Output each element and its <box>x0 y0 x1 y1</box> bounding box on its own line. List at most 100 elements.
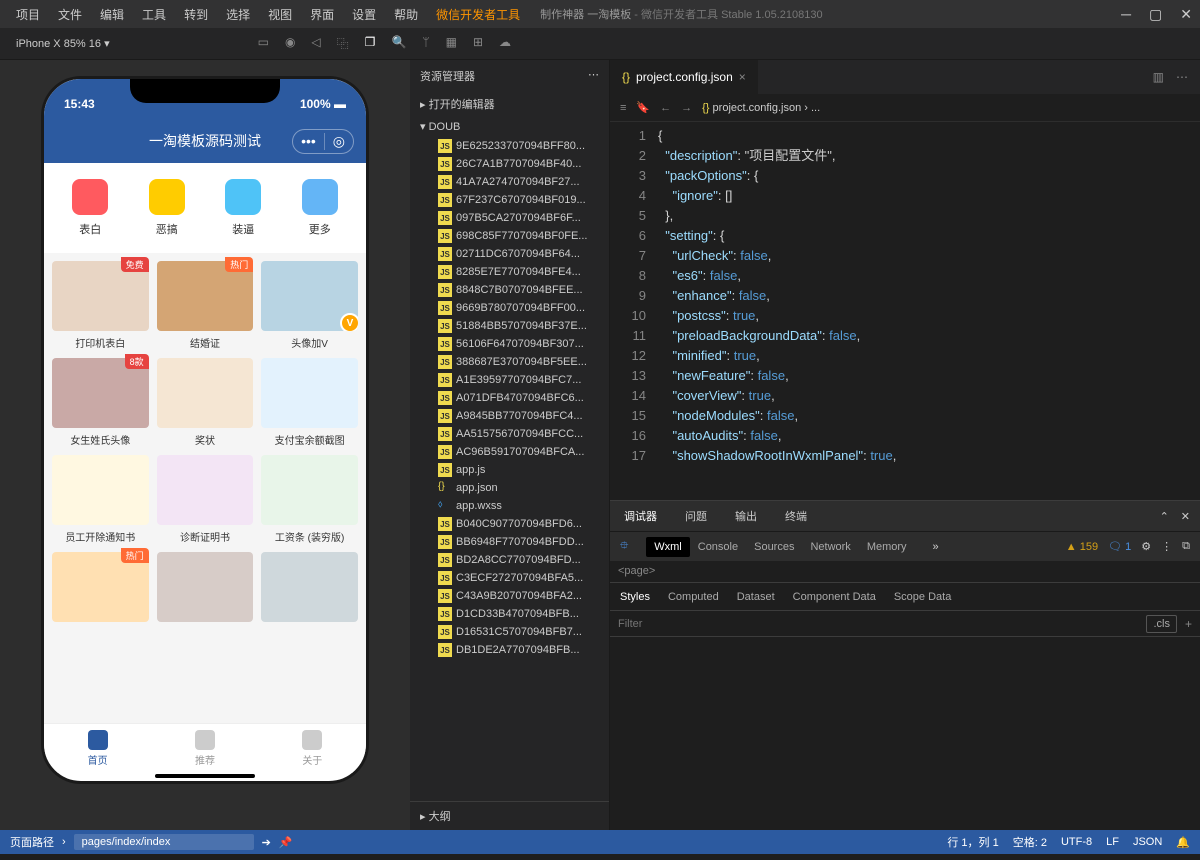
category-item[interactable]: 表白 <box>52 179 129 237</box>
cloud-icon[interactable]: ☁ <box>499 35 511 52</box>
devtools-subtab[interactable]: Console <box>690 537 746 557</box>
file-item[interactable]: JS8285E7E7707094BFE4... <box>410 263 609 281</box>
file-item[interactable]: JSBB6948F7707094BFDD... <box>410 533 609 551</box>
close-icon[interactable]: ✕ <box>1180 6 1192 23</box>
opened-editors-section[interactable]: ▸ 打开的编辑器 <box>410 92 609 116</box>
file-item[interactable]: JSBD2A8CC7707094BFD... <box>410 551 609 569</box>
file-item[interactable]: JSA9845BB7707094BFC4... <box>410 407 609 425</box>
list-icon[interactable]: ≡ <box>620 102 626 114</box>
template-card[interactable] <box>153 548 258 630</box>
device-selector[interactable]: iPhone X 85% 16 ▾ <box>8 33 118 54</box>
breadcrumb[interactable]: {} project.config.json › ... <box>702 102 820 114</box>
template-card[interactable]: 诊断证明书 <box>153 451 258 548</box>
pin-icon[interactable]: 📌 <box>279 836 293 849</box>
devtools-tab[interactable]: 问题 <box>681 508 711 524</box>
encoding[interactable]: UTF-8 <box>1061 836 1092 848</box>
target-icon[interactable]: ◎ <box>324 133 345 150</box>
menu-icon[interactable]: ⋮ <box>1161 540 1172 553</box>
file-item[interactable]: JS41A7A274707094BF27... <box>410 173 609 191</box>
maximize-icon[interactable]: ▢ <box>1149 6 1162 23</box>
file-item[interactable]: JS67F237C6707094BF019... <box>410 191 609 209</box>
template-card[interactable] <box>257 548 362 630</box>
template-card[interactable]: V头像加V <box>257 257 362 354</box>
split-icon[interactable]: ▥ <box>1153 70 1164 84</box>
menu-编辑[interactable]: 编辑 <box>92 3 132 26</box>
file-item[interactable]: JS9E625233707094BFF80... <box>410 137 609 155</box>
category-item[interactable]: 更多 <box>282 179 359 237</box>
forward-icon[interactable]: → <box>681 102 692 114</box>
file-item[interactable]: JS9669B780707094BFF00... <box>410 299 609 317</box>
file-item[interactable]: JSC43A9B20707094BFA2... <box>410 587 609 605</box>
warning-badge[interactable]: ▲ 159 <box>1066 541 1098 553</box>
file-item[interactable]: JSDB1DE2A7707094BFB... <box>410 641 609 659</box>
styles-tab[interactable]: Dataset <box>737 591 775 603</box>
chevron-up-icon[interactable]: ⌃ <box>1160 510 1169 523</box>
file-item[interactable]: JSapp.js <box>410 461 609 479</box>
outline-section[interactable]: ▸ 大纲 <box>410 801 609 830</box>
styles-tab[interactable]: Styles <box>620 591 650 603</box>
menu-微信开发者工具[interactable]: 微信开发者工具 <box>428 3 528 26</box>
file-item[interactable]: JSAC96B591707094BFCA... <box>410 443 609 461</box>
menu-选择[interactable]: 选择 <box>218 3 258 26</box>
devtools-tab[interactable]: 输出 <box>731 508 761 524</box>
template-card[interactable]: 奖状 <box>153 354 258 451</box>
menu-项目[interactable]: 项目 <box>8 3 48 26</box>
minimize-icon[interactable]: ─ <box>1121 6 1131 23</box>
close-tab-icon[interactable]: × <box>739 70 746 84</box>
devtools-subtab[interactable]: Memory <box>859 537 915 557</box>
dock-icon[interactable]: ⧉ <box>1182 540 1190 553</box>
eol[interactable]: LF <box>1106 836 1119 848</box>
category-item[interactable]: 装逼 <box>205 179 282 237</box>
indent-setting[interactable]: 空格: 2 <box>1013 834 1047 850</box>
more-icon[interactable]: ⋯ <box>1176 70 1188 84</box>
styles-tab[interactable]: Component Data <box>793 591 876 603</box>
file-item[interactable]: ⬨app.wxss <box>410 497 609 515</box>
add-icon[interactable]: + <box>1185 617 1192 631</box>
bookmark-icon[interactable]: 🔖 <box>636 101 650 114</box>
file-item[interactable]: JS8848C7B0707094BFEE... <box>410 281 609 299</box>
menu-视图[interactable]: 视图 <box>260 3 300 26</box>
template-card[interactable]: 热门 <box>48 548 153 630</box>
cursor-position[interactable]: 行 1，列 1 <box>947 834 998 850</box>
menu-工具[interactable]: 工具 <box>134 3 174 26</box>
file-item[interactable]: JS097B5CA2707094BF6F... <box>410 209 609 227</box>
file-item[interactable]: JSD16531C5707094BFB7... <box>410 623 609 641</box>
template-card[interactable]: 员工开除通知书 <box>48 451 153 548</box>
file-item[interactable]: {}app.json <box>410 479 609 497</box>
menu-帮助[interactable]: 帮助 <box>386 3 426 26</box>
styles-tab[interactable]: Computed <box>668 591 719 603</box>
search-icon[interactable]: 🔍 <box>391 35 406 52</box>
file-item[interactable]: JSB040C907707094BFD6... <box>410 515 609 533</box>
file-item[interactable]: JSD1CD33B4707094BFB... <box>410 605 609 623</box>
more-icon[interactable]: ••• <box>301 133 316 149</box>
devtools-subtab[interactable]: Sources <box>746 537 802 557</box>
template-card[interactable]: 工资条 (装穷版) <box>257 451 362 548</box>
record-icon[interactable]: ◉ <box>285 35 295 52</box>
code-editor[interactable]: { "description": "项目配置文件", "packOptions"… <box>658 122 1200 500</box>
bell-icon[interactable]: 🔔 <box>1176 836 1190 849</box>
tab-关于[interactable]: 关于 <box>259 724 366 773</box>
file-item[interactable]: JS26C7A1B7707094BF40... <box>410 155 609 173</box>
robot-icon[interactable]: ⊞ <box>473 35 483 52</box>
close-icon[interactable]: ✕ <box>1181 510 1190 523</box>
grid-icon[interactable]: ▦ <box>446 35 457 52</box>
file-item[interactable]: JSC3ECF272707094BFA5... <box>410 569 609 587</box>
copy-icon[interactable]: ⿻ <box>337 35 349 52</box>
file-item[interactable]: JS02711DC6707094BF64... <box>410 245 609 263</box>
styles-tab[interactable]: Scope Data <box>894 591 951 603</box>
mute-icon[interactable]: ◁ <box>311 35 320 52</box>
folder-section[interactable]: ▾ DOUB <box>410 116 609 137</box>
devtools-subtab[interactable]: Wxml <box>646 537 690 557</box>
file-item[interactable]: JS698C85F7707094BF0FE... <box>410 227 609 245</box>
file-item[interactable]: JSAA515756707094BFCC... <box>410 425 609 443</box>
devtools-tab[interactable]: 调试器 <box>620 508 661 524</box>
files-icon[interactable]: ❐ <box>365 35 376 52</box>
template-card[interactable]: 支付宝余额截图 <box>257 354 362 451</box>
file-item[interactable]: JSA1E39597707094BFC7... <box>410 371 609 389</box>
file-item[interactable]: JS51884BB5707094BF37E... <box>410 317 609 335</box>
info-badge[interactable]: 🗨 1 <box>1108 540 1131 553</box>
file-item[interactable]: JSA071DFB4707094BFC6... <box>410 389 609 407</box>
cls-button[interactable]: .cls <box>1146 615 1177 633</box>
language-mode[interactable]: JSON <box>1133 836 1162 848</box>
category-item[interactable]: 恶搞 <box>129 179 206 237</box>
